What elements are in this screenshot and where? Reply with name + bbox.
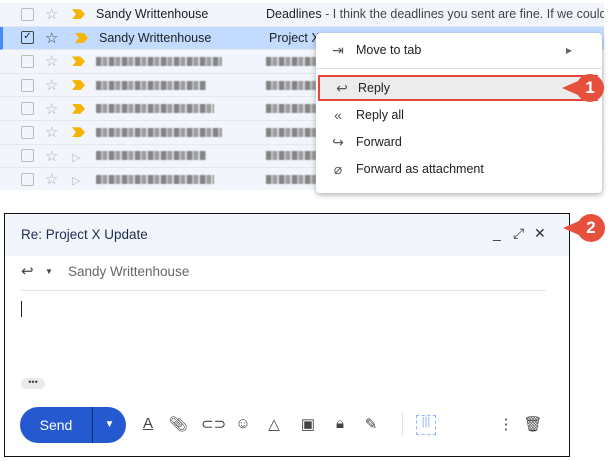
star-icon[interactable]: ☆ — [45, 100, 58, 118]
send-button[interactable]: Send — [20, 407, 92, 443]
submenu-arrow-icon: ▶ — [565, 45, 572, 55]
blurred-sender — [96, 80, 206, 90]
reply-type-dropdown-icon[interactable]: ▼ — [45, 267, 53, 276]
minimize-icon[interactable]: _ — [493, 225, 501, 241]
emoji-icon[interactable]: ☺ — [233, 415, 253, 432]
important-marker-icon[interactable] — [72, 9, 85, 20]
important-marker-icon[interactable]: ▷ — [72, 174, 85, 187]
attach-icon[interactable]: 📎︎ — [168, 415, 188, 433]
blurred-sender — [96, 127, 222, 137]
menu-divider — [316, 68, 602, 69]
star-icon[interactable]: ☆ — [45, 147, 58, 165]
menu-item-forward-as-attachment[interactable]: ⌀ Forward as attachment — [316, 156, 602, 182]
send-button-group: Send ▼ — [20, 407, 126, 443]
compose-header: Re: Project X Update _ ⤢ ✕ — [5, 214, 569, 256]
menu-item-reply-all[interactable]: « Reply all — [316, 102, 602, 128]
star-icon[interactable]: ☆ — [45, 29, 58, 47]
important-marker-icon[interactable] — [72, 103, 85, 114]
show-trimmed-content-button[interactable]: ••• — [21, 378, 45, 389]
photo-icon[interactable]: ▣ — [298, 415, 318, 433]
more-options-icon[interactable]: ⋮ — [496, 415, 516, 433]
layouts-icon[interactable]: ||| — [416, 415, 436, 435]
star-icon[interactable]: ☆ — [45, 76, 58, 94]
checkbox[interactable] — [21, 125, 34, 139]
recipient[interactable]: Sandy Writtenhouse — [68, 264, 189, 279]
callout-badge-2: 2 — [563, 214, 605, 242]
checkbox[interactable] — [21, 78, 34, 92]
sender: Sandy Writtenhouse — [96, 7, 209, 22]
snippet: - I think the deadlines you sent are fin… — [321, 7, 604, 22]
checkbox[interactable] — [21, 54, 34, 68]
divider — [21, 290, 546, 291]
checkbox[interactable] — [21, 7, 34, 21]
menu-item-move-to-tab[interactable]: ⇥ Move to tab ▶ — [316, 37, 602, 63]
checkbox[interactable] — [21, 102, 34, 116]
blurred-sender — [96, 151, 206, 161]
blurred-sender — [96, 174, 214, 184]
subject: Deadlines — [266, 7, 322, 22]
reply-all-icon: « — [334, 107, 342, 123]
compose-window: Re: Project X Update _ ⤢ ✕ ↩ ▼ Sandy Wri… — [4, 213, 570, 457]
star-icon[interactable]: ☆ — [45, 170, 58, 188]
subject: Project X — [269, 30, 320, 45]
reply-icon: ↩ — [336, 79, 348, 96]
formatting-icon[interactable]: A — [138, 415, 158, 432]
blurred-sender — [96, 104, 214, 114]
checkbox[interactable] — [21, 149, 34, 163]
toolbar-divider — [402, 412, 403, 436]
confidential-mode-icon[interactable]: 🔒︎ — [330, 415, 350, 432]
close-icon[interactable]: ✕ — [534, 225, 546, 242]
callout-badge-1: 1 — [562, 74, 604, 102]
checkbox-checked[interactable]: ✓ — [21, 31, 34, 45]
important-marker-icon[interactable] — [75, 32, 88, 43]
move-to-tab-icon: ⇥ — [332, 41, 344, 58]
signature-icon[interactable]: ✎ — [361, 415, 381, 433]
attachment-icon: ⌀ — [333, 160, 343, 177]
discard-icon[interactable]: 🗑︎ — [523, 415, 543, 433]
email-row[interactable]: ☆ Sandy Writtenhouse Deadlines - I think… — [0, 3, 604, 27]
send-options-icon[interactable]: ▼ — [92, 407, 126, 443]
body-input[interactable] — [21, 301, 22, 317]
star-icon[interactable]: ☆ — [45, 123, 58, 141]
blurred-sender — [96, 56, 222, 66]
star-icon[interactable]: ☆ — [45, 52, 58, 70]
menu-item-reply[interactable]: ↩ Reply — [318, 75, 598, 101]
important-marker-icon[interactable]: ▷ — [72, 151, 85, 164]
sender: Sandy Writtenhouse — [99, 30, 212, 45]
checkbox[interactable] — [21, 172, 34, 186]
reply-type-icon[interactable]: ↩ — [21, 262, 34, 280]
drive-icon[interactable]: △ — [264, 415, 284, 433]
forward-icon: ↪ — [332, 133, 344, 150]
important-marker-icon[interactable] — [72, 127, 85, 138]
context-menu: ⇥ Move to tab ▶ ↩ Reply « Reply all ↪ Fo… — [316, 33, 602, 193]
important-marker-icon[interactable] — [72, 56, 85, 67]
menu-item-forward[interactable]: ↪ Forward — [316, 129, 602, 155]
expand-icon[interactable]: ⤢ — [513, 225, 524, 242]
star-icon[interactable]: ☆ — [45, 5, 58, 23]
link-icon[interactable]: ⊂⊃ — [201, 415, 226, 433]
important-marker-icon[interactable] — [72, 80, 85, 91]
compose-title: Re: Project X Update — [21, 227, 148, 242]
